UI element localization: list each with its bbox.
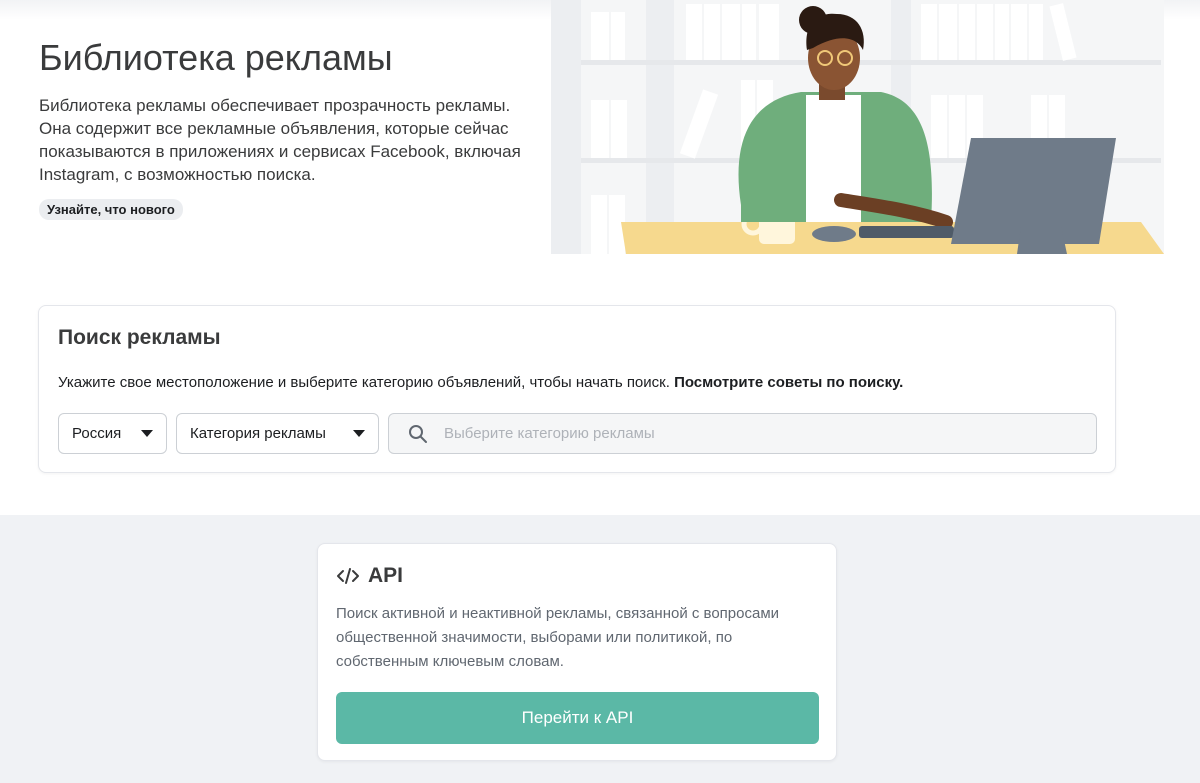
code-icon	[337, 568, 359, 584]
category-dropdown-label: Категория рекламы	[190, 425, 326, 442]
hero-section: Библиотека рекламы Библиотека рекламы об…	[39, 36, 539, 220]
search-title: Поиск рекламы	[58, 326, 221, 349]
api-header: API	[336, 564, 403, 588]
search-hint: Укажите свое местоположение и выберите к…	[58, 374, 903, 391]
api-description: Поиск активной и неактивной рекламы, свя…	[336, 605, 780, 670]
search-box[interactable]	[388, 413, 1097, 454]
api-section: API Поиск активной и неактивной рекламы,…	[0, 515, 1200, 783]
search-hint-text: Укажите свое местоположение и выберите к…	[58, 374, 670, 391]
page-title: Библиотека рекламы	[39, 37, 393, 78]
search-icon	[409, 424, 427, 443]
category-dropdown[interactable]: Категория рекламы	[176, 413, 379, 454]
search-input[interactable]	[442, 424, 1066, 443]
country-dropdown[interactable]: Россия	[58, 413, 167, 454]
page-description: Библиотека рекламы обеспечивает прозрачн…	[39, 96, 521, 184]
search-tips-link[interactable]: Посмотрите советы по поиску.	[674, 374, 903, 391]
api-card: API Поиск активной и неактивной рекламы,…	[317, 543, 837, 761]
caret-down-icon	[353, 430, 365, 437]
caret-down-icon	[141, 430, 153, 437]
go-to-api-button[interactable]: Перейти к API	[336, 692, 819, 744]
search-card: Поиск рекламы Укажите свое местоположени…	[38, 305, 1116, 473]
hero-illustration	[551, 0, 1164, 254]
country-dropdown-label: Россия	[72, 425, 122, 442]
whats-new-badge[interactable]: Узнайте, что нового	[39, 199, 183, 220]
api-title: API	[368, 564, 404, 587]
